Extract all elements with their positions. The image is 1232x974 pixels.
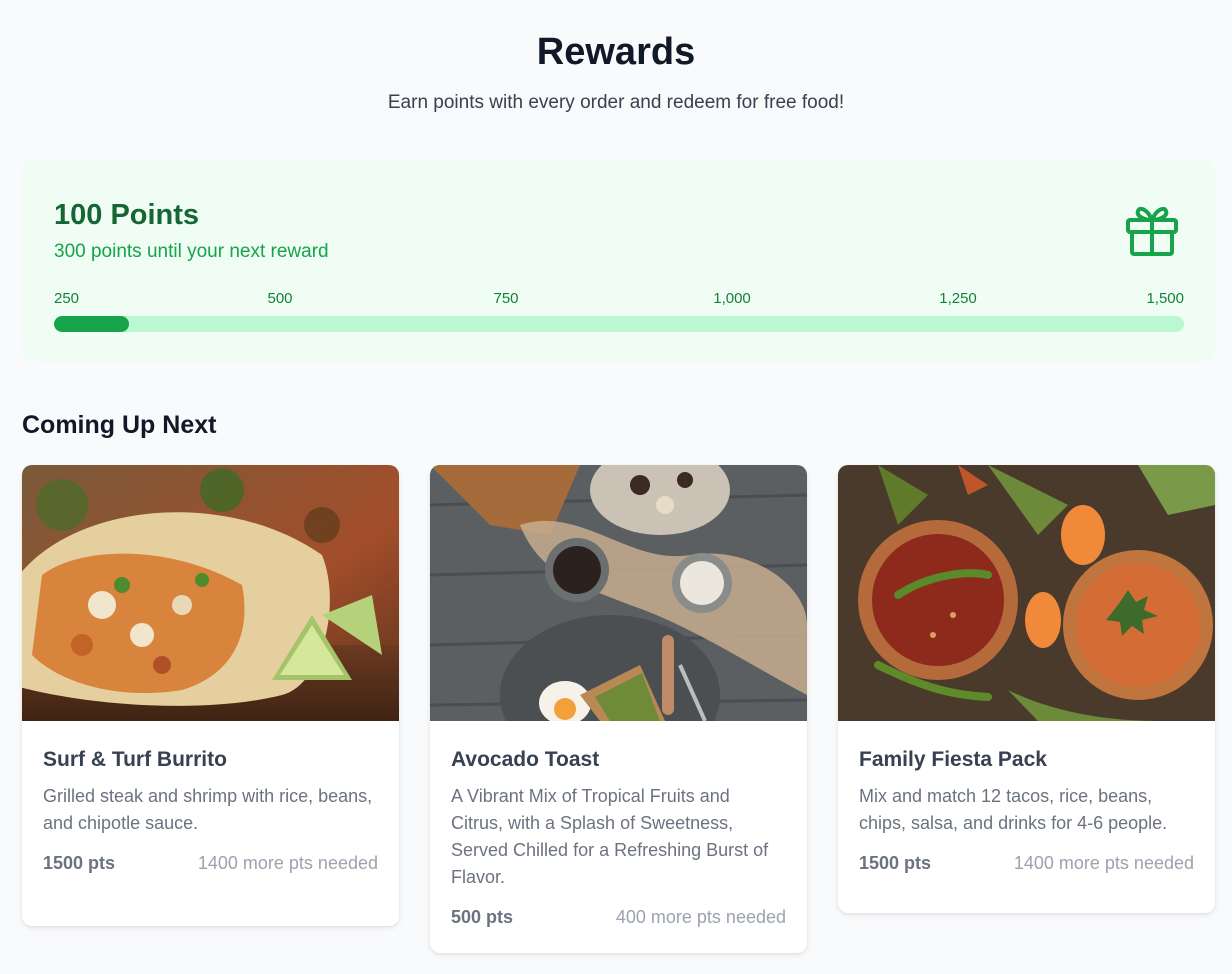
progress-tick: 1,000 [713,290,751,307]
points-summary-card: 100 Points 300 points until your next re… [22,160,1216,362]
reward-title: Avocado Toast [451,748,600,771]
reward-footer: 1500 pts 1400 more pts needed [43,851,378,875]
reward-card[interactable]: Avocado Toast A Vibrant Mix of Tropical … [430,465,807,953]
salsa-bowls-photo [838,465,1215,721]
reward-points-needed: 400 more pts needed [615,907,786,927]
next-reward-text: 300 points until your next reward [54,241,329,262]
reward-points-needed: 1400 more pts needed [1013,853,1194,873]
reward-footer: 500 pts 400 more pts needed [451,905,786,929]
reward-points: 500 pts [451,907,514,927]
reward-card[interactable]: Family Fiesta Pack Mix and match 12 taco… [838,465,1215,913]
reward-card-body: Family Fiesta Pack Mix and match 12 taco… [838,721,1215,913]
section-title: Coming Up Next [22,411,217,439]
reward-card-body: Surf & Turf Burrito Grilled steak and sh… [22,721,399,926]
page-header: Rewards Earn points with every order and… [0,0,1232,116]
page-subtitle: Earn points with every order and redeem … [387,92,845,113]
reward-card[interactable]: Surf & Turf Burrito Grilled steak and sh… [22,465,399,926]
reward-points: 1500 pts [43,853,116,873]
page-title: Rewards [536,31,696,73]
gift-icon [1124,202,1180,258]
burrito-photo [22,465,399,721]
points-balance: 100 Points [54,199,200,231]
rewards-list: Surf & Turf Burrito Grilled steak and sh… [22,465,1216,953]
reward-description: Mix and match 12 tacos, rice, beans, chi… [859,786,1168,833]
reward-description: A Vibrant Mix of Tropical Fruits and Cit… [451,786,769,887]
reward-card-body: Avocado Toast A Vibrant Mix of Tropical … [430,721,807,953]
points-progress-bar [54,316,1184,332]
progress-tick: 1,500 [1146,290,1184,307]
progress-tick: 500 [267,290,293,307]
reward-description: Grilled steak and shrimp with rice, bean… [43,786,373,833]
points-progress-fill [54,316,129,332]
reward-points-needed: 1400 more pts needed [197,853,378,873]
progress-tick: 1,250 [939,290,977,307]
progress-ticks: 250 500 750 1,000 1,250 1,500 [54,290,1184,308]
rewards-page: Rewards Earn points with every order and… [0,0,1232,974]
reward-title: Family Fiesta Pack [859,748,1047,771]
progress-tick: 250 [54,290,80,307]
avocado-toast-photo [430,465,807,721]
reward-points: 1500 pts [859,853,932,873]
progress-tick: 750 [493,290,519,307]
reward-footer: 1500 pts 1400 more pts needed [859,851,1194,875]
reward-title: Surf & Turf Burrito [43,748,227,771]
